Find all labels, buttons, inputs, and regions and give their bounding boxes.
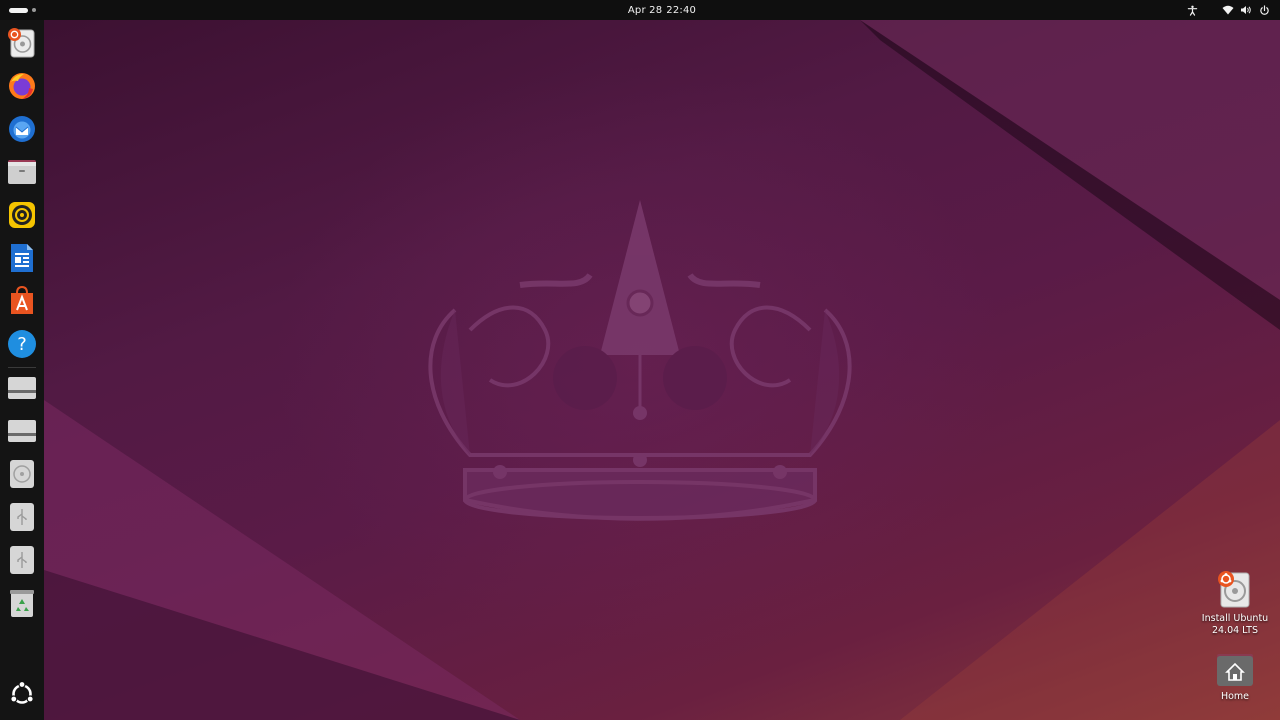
usb-drive-icon <box>10 546 34 574</box>
thunderbird-icon <box>9 116 35 142</box>
libreoffice-writer-icon <box>11 244 33 272</box>
dock-thunderbird[interactable] <box>4 111 40 147</box>
dock-app-center[interactable] <box>4 283 40 319</box>
drive-icon <box>8 420 36 442</box>
help-icon: ? <box>8 330 36 358</box>
dock-firefox[interactable] <box>4 68 40 104</box>
activities-button[interactable] <box>9 0 43 20</box>
dock-drive-1[interactable] <box>4 370 40 406</box>
desktop-install-label-1: Install Ubuntu <box>1201 613 1269 624</box>
files-icon <box>8 160 36 184</box>
dock-rhythmbox[interactable] <box>4 197 40 233</box>
dock-separator <box>8 367 36 368</box>
crown-wallpaper-icon <box>428 200 852 521</box>
trash-icon <box>10 590 34 617</box>
dock-files[interactable] <box>4 154 40 190</box>
drive-icon <box>8 377 36 399</box>
desktop-install-ubuntu[interactable]: Install Ubuntu 24.04 LTS <box>1195 570 1275 637</box>
accessibility-icon[interactable] <box>1184 2 1200 18</box>
usb-drive-icon <box>10 503 34 531</box>
wallpaper <box>44 20 1280 720</box>
dock-usb-drive-2[interactable] <box>4 542 40 578</box>
dock-install-ubuntu[interactable] <box>4 25 40 61</box>
system-status-menu[interactable] <box>1220 2 1272 18</box>
home-folder-icon <box>1217 654 1253 686</box>
dock-libreoffice-writer[interactable] <box>4 240 40 276</box>
ubuntu-installer-icon <box>1218 571 1250 608</box>
desktop-home-label: Home <box>1220 691 1250 702</box>
dock-usb-drive-1[interactable] <box>4 499 40 535</box>
top-bar: Apr 28 22:40 <box>0 0 1280 20</box>
rhythmbox-icon <box>9 202 35 228</box>
show-apps-icon <box>10 681 34 704</box>
desktop-home-folder[interactable]: Home <box>1195 652 1275 703</box>
clock-time: 22:40 <box>666 4 697 16</box>
workspace-active-indicator <box>9 7 28 13</box>
desktop-install-label-2: 24.04 LTS <box>1211 625 1259 636</box>
clock-button[interactable]: Apr 28 22:40 <box>580 0 744 20</box>
workspace-indicator <box>32 8 36 12</box>
optical-drive-icon <box>10 460 34 488</box>
dock-trash[interactable] <box>4 585 40 621</box>
ubuntu-installer-icon <box>8 28 35 58</box>
power-icon <box>1256 2 1272 18</box>
system-tray[interactable] <box>1184 0 1272 20</box>
wifi-icon <box>1220 2 1236 18</box>
desktop[interactable]: Install Ubuntu 24.04 LTS Home <box>0 0 1280 720</box>
clock-date: Apr 28 <box>627 4 663 16</box>
dock-help[interactable]: ? <box>4 326 40 362</box>
svg-text:?: ? <box>17 334 27 355</box>
dock-optical-drive[interactable] <box>4 456 40 492</box>
dock-show-apps[interactable] <box>4 676 40 712</box>
app-center-icon <box>11 286 33 314</box>
dock: ? <box>0 20 44 720</box>
dock-drive-2[interactable] <box>4 413 40 449</box>
volume-icon <box>1238 2 1254 18</box>
firefox-icon <box>9 73 35 99</box>
